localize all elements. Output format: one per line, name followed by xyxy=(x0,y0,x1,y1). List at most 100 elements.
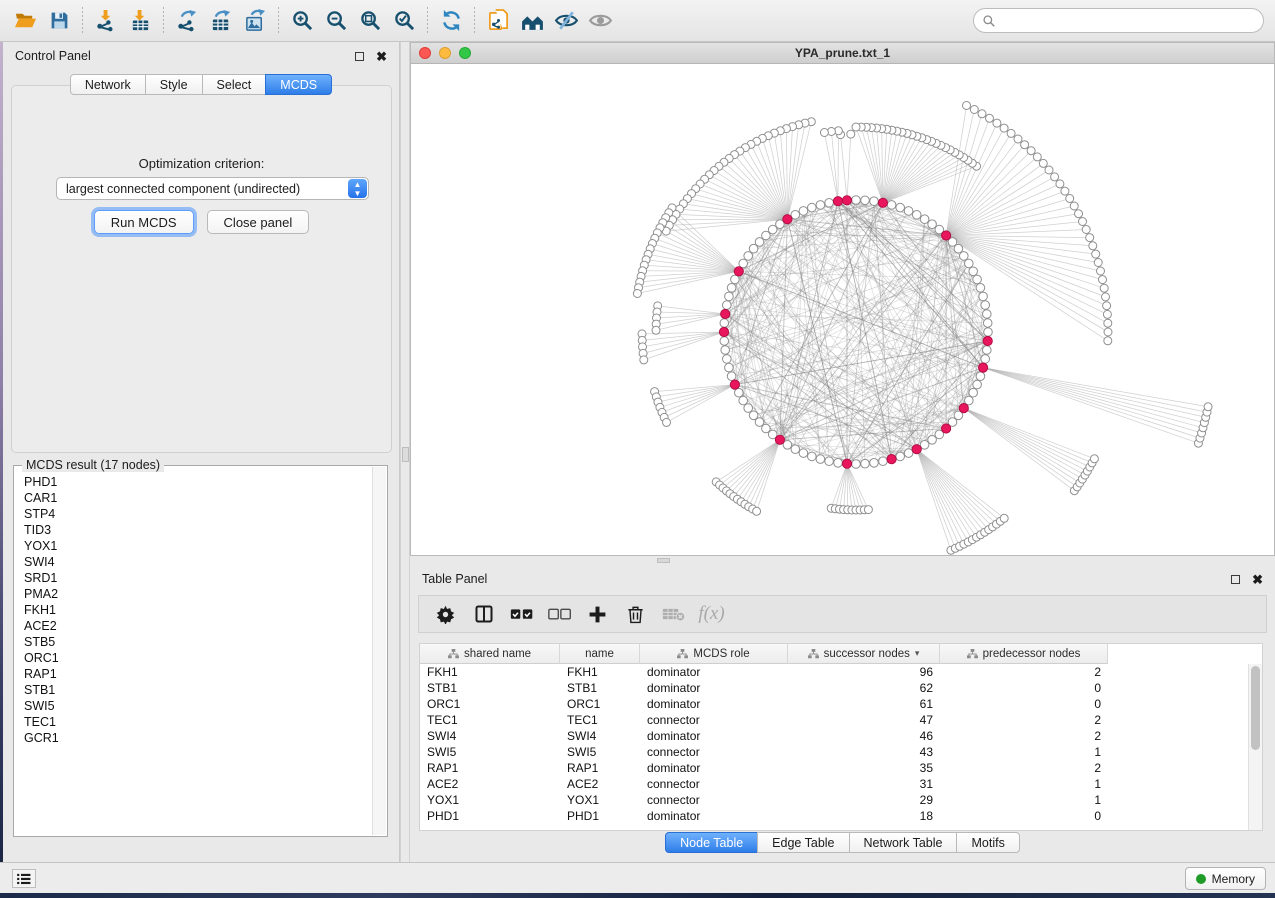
table-row[interactable]: TEC1TEC1connector472 xyxy=(420,712,1262,728)
splitter-grip[interactable] xyxy=(657,558,670,563)
criterion-select[interactable]: largest connected component (undirected)… xyxy=(56,177,369,200)
scrollbar-thumb[interactable] xyxy=(1251,666,1260,750)
task-history-button[interactable] xyxy=(12,869,36,888)
show-columns-button[interactable] xyxy=(467,599,500,629)
mcds-list-scrollbar[interactable] xyxy=(372,467,386,835)
search-input[interactable] xyxy=(996,14,1255,28)
search-box[interactable] xyxy=(973,8,1264,33)
trash-icon xyxy=(626,605,645,624)
mcds-result-item[interactable]: YOX1 xyxy=(24,538,372,554)
delete-column-button[interactable] xyxy=(619,599,652,629)
tab-node-table[interactable]: Node Table xyxy=(665,832,758,853)
mcds-result-item[interactable]: SRD1 xyxy=(24,570,372,586)
cell: dominator xyxy=(640,760,788,776)
create-column-button[interactable] xyxy=(581,599,614,629)
mcds-result-item[interactable]: TEC1 xyxy=(24,714,372,730)
mcds-result-item[interactable]: PMA2 xyxy=(24,586,372,602)
tab-edge-table[interactable]: Edge Table xyxy=(757,832,849,853)
zoom-fit-button[interactable] xyxy=(353,4,387,38)
save-session-button[interactable] xyxy=(42,4,76,38)
table-row[interactable]: RAP1RAP1dominator352 xyxy=(420,760,1262,776)
mcds-result-list[interactable]: PHD1CAR1STP4TID3YOX1SWI4SRD1PMA2FKH1ACE2… xyxy=(15,470,372,835)
zoom-out-icon xyxy=(325,9,348,32)
mcds-result-box: MCDS result (17 nodes) PHD1CAR1STP4TID3Y… xyxy=(13,465,388,837)
close-panel-icon[interactable]: ✖ xyxy=(1252,573,1263,586)
mcds-result-item[interactable]: STB1 xyxy=(24,682,372,698)
close-panel-icon[interactable]: ✖ xyxy=(376,50,387,63)
tab-mcds[interactable]: MCDS xyxy=(265,74,332,95)
close-panel-button[interactable]: Close panel xyxy=(207,210,310,234)
export-table-button[interactable] xyxy=(204,4,238,38)
cell: SWI5 xyxy=(420,744,560,760)
table-row[interactable]: ORC1ORC1dominator610 xyxy=(420,696,1262,712)
table-body: FKH1FKH1dominator962STB1STB1dominator620… xyxy=(420,664,1262,824)
mcds-result-item[interactable]: SWI4 xyxy=(24,554,372,570)
table-row[interactable]: FKH1FKH1dominator962 xyxy=(420,664,1262,680)
network-canvas[interactable] xyxy=(411,64,1274,555)
open-session-button[interactable] xyxy=(8,4,42,38)
column-header-mcds-role[interactable]: MCDS role xyxy=(640,644,788,664)
mcds-result-item[interactable]: PHD1 xyxy=(24,474,372,490)
cell: connector xyxy=(640,712,788,728)
cell: 47 xyxy=(788,712,940,728)
gear-icon xyxy=(436,605,455,624)
cell: SWI4 xyxy=(420,728,560,744)
import-table-icon xyxy=(129,9,152,32)
apply-layout-button[interactable] xyxy=(434,4,468,38)
mcds-result-item[interactable]: SWI5 xyxy=(24,698,372,714)
column-header-name[interactable]: name xyxy=(560,644,640,664)
mcds-result-item[interactable]: FKH1 xyxy=(24,602,372,618)
column-header-predecessor-nodes[interactable]: predecessor nodes xyxy=(940,644,1108,664)
export-network-button[interactable] xyxy=(170,4,204,38)
cell: RAP1 xyxy=(560,760,640,776)
table-row[interactable]: ACE2ACE2connector311 xyxy=(420,776,1262,792)
tab-style[interactable]: Style xyxy=(145,74,203,95)
memory-button[interactable]: Memory xyxy=(1185,867,1266,890)
column-header-shared-name[interactable]: shared name xyxy=(420,644,560,664)
table-settings-button[interactable] xyxy=(429,599,462,629)
table-row[interactable]: SWI5SWI5connector431 xyxy=(420,744,1262,760)
table-row[interactable]: YOX1YOX1connector291 xyxy=(420,792,1262,808)
cell: STB1 xyxy=(560,680,640,696)
column-header-successor-nodes[interactable]: successor nodes▾ xyxy=(788,644,940,664)
deselect-all-button[interactable] xyxy=(543,599,576,629)
export-image-button[interactable] xyxy=(238,4,272,38)
hide-selected-button[interactable] xyxy=(549,4,583,38)
table-row[interactable]: SWI4SWI4dominator462 xyxy=(420,728,1262,744)
zoom-in-icon xyxy=(291,9,314,32)
tab-network[interactable]: Network xyxy=(70,74,146,95)
tab-motifs[interactable]: Motifs xyxy=(956,832,1019,853)
table-scrollbar[interactable] xyxy=(1248,664,1262,830)
delete-table-icon xyxy=(662,606,686,622)
select-all-button[interactable] xyxy=(505,599,538,629)
cell: PHD1 xyxy=(560,808,640,824)
float-panel-icon[interactable] xyxy=(355,52,364,61)
cell: YOX1 xyxy=(420,792,560,808)
mcds-result-item[interactable]: STP4 xyxy=(24,506,372,522)
zoom-out-button[interactable] xyxy=(319,4,353,38)
splitter-grip[interactable] xyxy=(402,447,409,462)
table-row[interactable]: STB1STB1dominator620 xyxy=(420,680,1262,696)
mcds-result-item[interactable]: ORC1 xyxy=(24,650,372,666)
mcds-result-item[interactable]: RAP1 xyxy=(24,666,372,682)
run-mcds-button[interactable]: Run MCDS xyxy=(94,210,194,234)
import-network-button[interactable] xyxy=(89,4,123,38)
tab-select[interactable]: Select xyxy=(202,74,267,95)
horizontal-splitter[interactable] xyxy=(410,556,1275,565)
vertical-splitter[interactable] xyxy=(400,42,410,862)
tab-network-table[interactable]: Network Table xyxy=(849,832,958,853)
mcds-result-item[interactable]: GCR1 xyxy=(24,730,372,746)
mcds-result-item[interactable]: TID3 xyxy=(24,522,372,538)
cell: 18 xyxy=(788,808,940,824)
zoom-selected-button[interactable] xyxy=(387,4,421,38)
mcds-result-item[interactable]: ACE2 xyxy=(24,618,372,634)
select-first-neighbors-button[interactable] xyxy=(515,4,549,38)
table-row[interactable]: PHD1PHD1dominator180 xyxy=(420,808,1262,824)
import-table-button[interactable] xyxy=(123,4,157,38)
mcds-result-item[interactable]: STB5 xyxy=(24,634,372,650)
cell: connector xyxy=(640,792,788,808)
zoom-in-button[interactable] xyxy=(285,4,319,38)
mcds-result-item[interactable]: CAR1 xyxy=(24,490,372,506)
float-panel-icon[interactable] xyxy=(1231,575,1240,584)
clone-network-button[interactable] xyxy=(481,4,515,38)
